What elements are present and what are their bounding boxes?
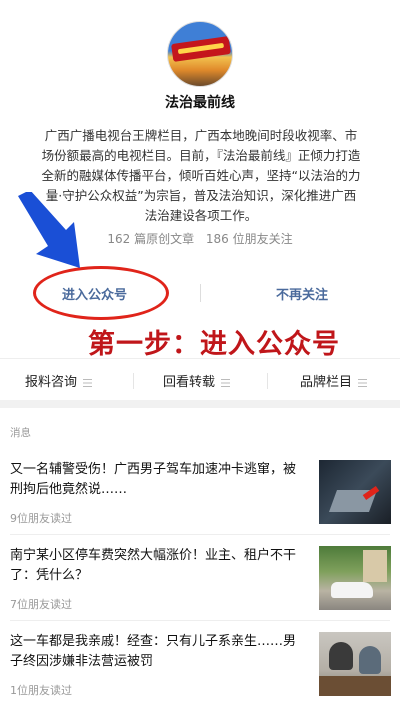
menu-separator <box>267 373 268 389</box>
thumbnail-desk <box>319 676 391 696</box>
menu-item-label: 报料咨询 <box>25 375 78 390</box>
bottom-menu: 报料咨询 回看转载 品牌栏目 <box>0 358 400 400</box>
article-thumbnail[interactable] <box>319 460 391 524</box>
menu-item-label: 品牌栏目 <box>300 375 353 390</box>
article-thumbnail[interactable] <box>319 632 391 696</box>
article-title[interactable]: 这一车都是我亲戚！经查：只有儿子系亲生……男子终因涉嫌非法营运被罚 <box>10 632 302 672</box>
menu-lines-icon <box>83 378 93 387</box>
unfollow-button[interactable]: 不再关注 <box>276 284 328 303</box>
step-caption: 第一步：进入公众号 <box>88 329 340 360</box>
menu-item-report[interactable]: 报料咨询 <box>25 371 93 390</box>
menu-lines-icon <box>358 378 368 387</box>
menu-item-brand-columns[interactable]: 品牌栏目 <box>300 371 368 390</box>
thumbnail-car <box>331 582 373 598</box>
article-title[interactable]: 南宁某小区停车费突然大幅涨价！业主、租户不干了：凭什么？ <box>10 546 302 586</box>
menu-lines-icon <box>221 378 231 387</box>
menu-item-replay[interactable]: 回看转载 <box>163 371 231 390</box>
section-gap <box>0 400 400 408</box>
article-divider <box>10 620 390 621</box>
avatar-logo-banner <box>171 36 231 62</box>
article-divider <box>10 534 390 535</box>
thumbnail-person <box>329 642 353 670</box>
article-thumbnail[interactable] <box>319 546 391 610</box>
highlight-ellipse <box>33 266 169 320</box>
pointer-arrow-icon <box>18 192 80 268</box>
article-item[interactable]: 这一车都是我亲戚！经查：只有儿子系亲生……男子终因涉嫌非法营运被罚 1位朋友读过 <box>0 632 400 712</box>
account-avatar[interactable] <box>167 21 233 87</box>
article-reads: 7位朋友读过 <box>10 598 72 611</box>
article-reads: 1位朋友读过 <box>10 684 72 697</box>
thumbnail-person <box>359 646 381 674</box>
menu-item-label: 回看转载 <box>163 375 216 390</box>
action-divider <box>200 284 201 302</box>
article-reads: 9位朋友读过 <box>10 512 72 525</box>
account-name: 法治最前线 <box>165 95 235 111</box>
article-title[interactable]: 又一名辅警受伤！广西男子驾车加速冲卡逃窜，被刑拘后他竟然说…… <box>10 460 302 500</box>
friends-following-count[interactable]: 186 位朋友关注 <box>206 232 293 246</box>
thumbnail-scene <box>363 550 387 582</box>
original-articles-count[interactable]: 162 篇原创文章 <box>107 232 194 246</box>
menu-separator <box>133 373 134 389</box>
messages-section-label: 消息 <box>10 427 31 439</box>
